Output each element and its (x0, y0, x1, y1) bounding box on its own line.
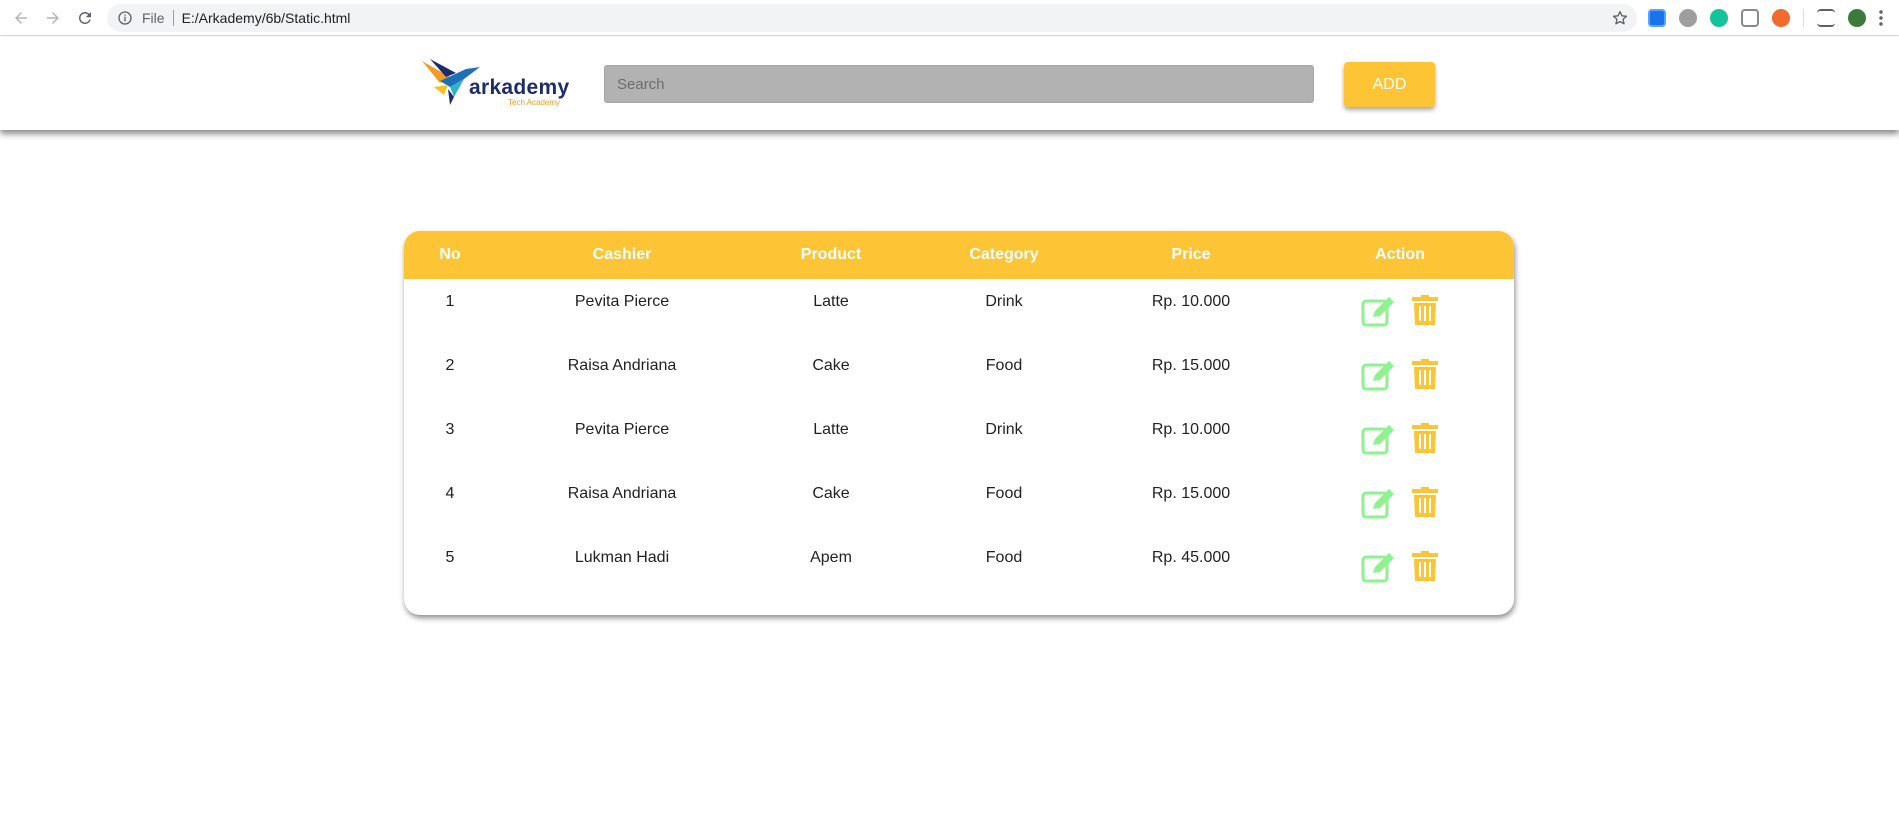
cell-product: Cake (812, 357, 850, 374)
cell-product: Latte (813, 293, 849, 310)
file-label: File (142, 10, 165, 26)
cell-no: 3 (445, 421, 455, 438)
cell-product: Cake (812, 485, 850, 502)
edit-icon[interactable] (1361, 423, 1395, 455)
cell-cashier: Pevita Pierce (574, 421, 670, 438)
table-row: 5 Lukman Hadi Apem Food Rp. 45.000 (404, 535, 1514, 599)
cell-product: Apem (810, 549, 852, 566)
browser-toolbar: File E:/Arkademy/6b/Static.html (0, 0, 1899, 36)
cell-price: Rp. 10.000 (1151, 421, 1231, 438)
avatar[interactable] (1848, 9, 1866, 27)
arrow-left-icon (15, 11, 27, 24)
table-row: 2 Raisa Andriana Cake Food Rp. 15.000 (404, 343, 1514, 407)
edit-icon[interactable] (1361, 359, 1395, 391)
star-icon[interactable] (1611, 9, 1629, 27)
edit-icon[interactable] (1361, 295, 1395, 327)
cell-category: Food (985, 549, 1023, 566)
cell-no: 2 (445, 357, 455, 374)
cell-category: Drink (985, 293, 1023, 310)
arrow-right-icon (47, 11, 59, 24)
cell-cashier: Pevita Pierce (574, 293, 670, 310)
table-row: 4 Raisa Andriana Cake Food Rp. 15.000 (404, 471, 1514, 535)
cell-no: 4 (445, 485, 455, 502)
trash-icon[interactable] (1412, 487, 1438, 517)
cell-category: Drink (985, 421, 1023, 438)
playlist-icon[interactable] (1817, 9, 1835, 27)
table-header: No Cashier Product Category Price Action (404, 231, 1514, 279)
trash-icon[interactable] (1412, 423, 1438, 453)
trash-icon[interactable] (1412, 295, 1438, 325)
info-icon[interactable] (117, 10, 133, 26)
cell-product: Latte (813, 421, 849, 438)
edit-icon[interactable] (1361, 487, 1395, 519)
logo-text: arkademy (469, 76, 570, 99)
column-header-action: Action (1375, 246, 1425, 263)
cell-no: 1 (445, 293, 455, 310)
column-header-product: Product (800, 246, 862, 263)
cell-price: Rp. 45.000 (1151, 549, 1231, 566)
forward-button[interactable] (38, 3, 68, 33)
address-bar[interactable]: File E:/Arkademy/6b/Static.html (107, 4, 1637, 32)
edit-icon[interactable] (1361, 551, 1395, 583)
toolbar-divider (1803, 9, 1804, 27)
cell-cashier: Raisa Andriana (567, 357, 677, 374)
menu-dots-icon[interactable] (1879, 9, 1883, 27)
grammarly-extension-icon[interactable] (1710, 9, 1728, 27)
column-header-cashier: Cashier (592, 246, 652, 263)
column-header-price: Price (1171, 246, 1211, 263)
transactions-table: No Cashier Product Category Price Action… (404, 231, 1514, 615)
trash-icon[interactable] (1412, 551, 1438, 581)
table-row: 3 Pevita Pierce Latte Drink Rp. 10.000 (404, 407, 1514, 471)
omnibox-divider (172, 10, 174, 26)
cell-category: Food (985, 485, 1023, 502)
url-text[interactable]: E:/Arkademy/6b/Static.html (182, 10, 351, 26)
cell-cashier: Lukman Hadi (574, 549, 670, 566)
cell-cashier: Raisa Andriana (567, 485, 677, 502)
column-header-category: Category (969, 246, 1039, 263)
logo[interactable]: arkademy Tech Academy (420, 57, 570, 111)
cell-price: Rp. 10.000 (1151, 293, 1231, 310)
table-row: 1 Pevita Pierce Latte Drink Rp. 10.000 (404, 279, 1514, 343)
drive-extension-icon[interactable] (1679, 9, 1697, 27)
logo-subtext: Tech Academy (508, 98, 561, 107)
reload-button[interactable] (70, 3, 100, 33)
search-input[interactable] (604, 65, 1314, 103)
trash-icon[interactable] (1412, 359, 1438, 389)
translate-extension-icon[interactable] (1648, 9, 1666, 27)
cell-price: Rp. 15.000 (1151, 357, 1231, 374)
column-header-no: No (439, 246, 461, 263)
back-button[interactable] (6, 3, 36, 33)
extensions-area (1648, 8, 1896, 28)
cast-extension-icon[interactable] (1741, 9, 1759, 27)
app-header: arkademy Tech Academy ADD (0, 37, 1899, 130)
cell-category: Food (985, 357, 1023, 374)
cell-price: Rp. 15.000 (1151, 485, 1231, 502)
add-button[interactable]: ADD (1344, 62, 1435, 107)
cell-no: 5 (445, 549, 455, 566)
blocker-extension-icon[interactable] (1772, 9, 1790, 27)
reload-icon (79, 11, 91, 24)
